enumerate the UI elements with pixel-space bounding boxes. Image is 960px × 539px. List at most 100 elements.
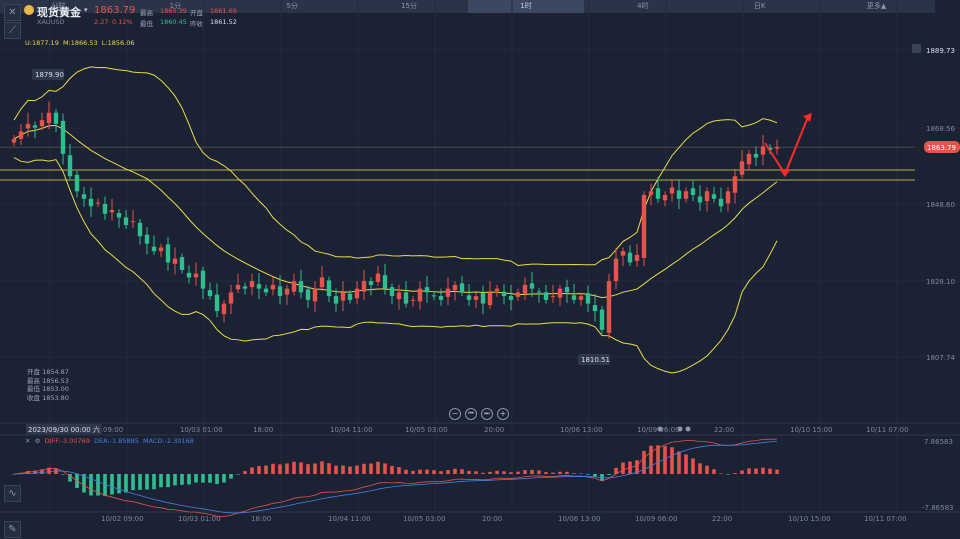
candle [641,195,647,258]
macd-bar [474,471,478,474]
candle [459,283,465,293]
macd-bar [397,467,401,474]
macd-bar [145,474,149,490]
candle [375,273,381,282]
candle [347,293,353,300]
macd-bar [411,470,415,474]
candle [494,288,500,291]
scroll-dot [677,426,683,432]
candle [487,292,493,306]
candle [543,292,549,300]
scroll-start-button[interactable]: ⏮ [465,408,477,420]
boll-upper-line [13,66,778,266]
candle [445,288,451,297]
macd-bar [383,463,387,474]
candle [662,195,668,201]
dropdown-icon[interactable]: ▾ [84,6,88,14]
macd-bar [208,474,212,483]
candle [53,112,59,124]
candle [207,290,213,297]
macd-bar [684,454,688,474]
indicator-icon[interactable]: ∿ [4,485,21,502]
macd-bar [243,471,247,474]
candle [354,288,360,299]
bottom-time-label: 22:00 [712,515,732,523]
macd-bar [348,466,352,474]
candle [592,305,598,312]
candle [25,123,31,129]
time-axis-label: 10/05 03:00 [405,426,448,434]
candle [648,191,654,196]
candle [200,270,206,289]
candle [284,288,290,295]
candle [361,281,367,292]
macd-bar [334,465,338,474]
candle [11,138,17,143]
candle [74,174,80,192]
draw-tool-icon[interactable]: ⟋ [4,22,21,39]
settings-icon[interactable]: ⚙ [35,437,41,445]
candle [711,194,717,199]
candle [312,288,318,302]
candle [109,209,115,213]
candle [501,291,507,297]
boll-mid: M:1866.53 [62,39,98,47]
candle [732,176,738,193]
candle [431,295,437,297]
bottom-time-label: 10/11 07:00 [864,515,907,523]
trend-arrow [764,116,809,177]
close-icon[interactable]: ✕ [4,4,21,21]
price-axis-label: 1868.56 [926,125,955,133]
macd-bar [292,461,296,474]
macd-bar [439,471,443,474]
diff-line [13,438,778,517]
candle [725,191,731,204]
candle [368,281,374,285]
macd-bar [495,470,499,474]
macd-bar [61,474,65,475]
candle [410,299,416,301]
macd-axis-label: 7.86583 [924,438,953,446]
zoom-out-button[interactable]: − [449,408,461,420]
candle [116,212,122,218]
candle [270,284,276,290]
macd-bar [201,474,205,483]
candle [536,291,542,293]
time-axis-label: 18:00 [253,426,273,434]
draw-icon[interactable]: ✎ [4,521,21,538]
macd-bar [446,470,450,474]
prev-close-label: 昨收 [190,20,203,28]
time-axis-label: 10/04 11:00 [330,426,373,434]
candle [424,287,430,293]
candle [676,190,682,199]
macd-bar [320,461,324,474]
high-label: 最高 [140,9,153,17]
candle [46,112,52,124]
close-icon[interactable]: ✕ [25,437,30,445]
zoom-in-button[interactable]: + [497,408,509,420]
info-low: 最低 1853.00 [27,385,69,393]
time-axis-label: 20:00 [484,426,504,434]
macd-bar [670,447,674,474]
chart-canvas[interactable]: 1889.73 1868.56 1848.60 1828.10 1807.74 1863.… [0,0,960,539]
bottom-time-label: 10/05 03:00 [403,515,446,523]
candle [333,296,339,304]
macd-bar [453,468,457,474]
scroll-dot [685,426,691,432]
bottom-time-label: 10/10 15:00 [788,515,831,523]
bottom-time-label: 10/06 13:00 [558,515,601,523]
low-label: 最低 [140,20,153,28]
macd-bar [89,474,93,496]
info-close: 收盘 1853.80 [27,393,69,402]
macd-bar [138,474,142,490]
macd-bar [523,470,527,474]
macd-bar [502,471,506,474]
candle [130,221,136,223]
macd-bar [299,462,303,474]
macd-bar [775,469,779,474]
candle [235,284,241,290]
scroll-end-button[interactable]: ⏭ [481,408,493,420]
candle [739,161,745,175]
macd-bar [271,463,275,474]
candle [263,288,269,293]
